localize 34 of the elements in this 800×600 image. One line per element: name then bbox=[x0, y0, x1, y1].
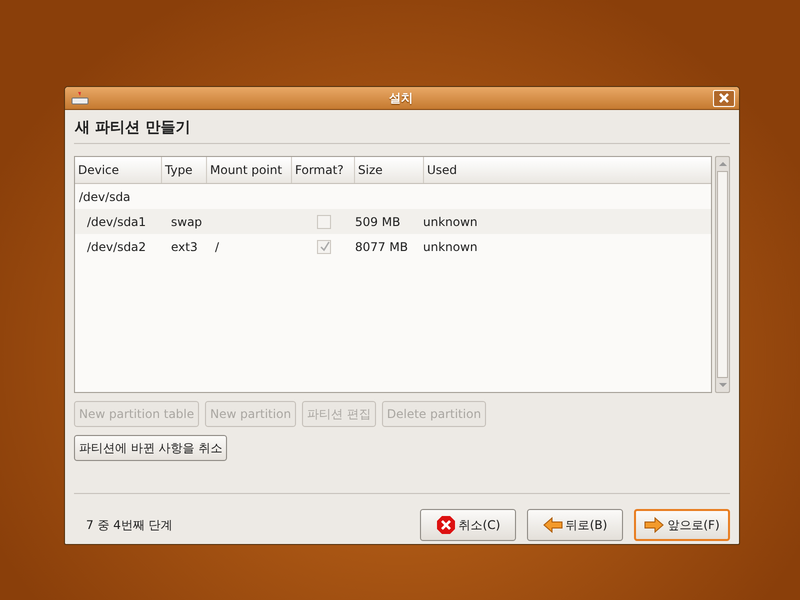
column-header[interactable]: Device bbox=[75, 157, 162, 183]
table-cell-text: unknown bbox=[422, 214, 479, 228]
column-header[interactable]: Format? bbox=[292, 157, 355, 183]
down-arrow-icon bbox=[718, 382, 726, 388]
nav-button[interactable]: 앞으로(F) bbox=[634, 509, 730, 541]
table-row[interactable]: /dev/sda1 swap 509 MB unknown bbox=[75, 209, 711, 234]
scrollbar[interactable] bbox=[715, 156, 730, 393]
close-button[interactable] bbox=[713, 90, 735, 106]
column-header[interactable]: Size bbox=[355, 157, 424, 183]
table-cell-text: 8077 MB bbox=[354, 240, 409, 254]
drive-icon bbox=[71, 91, 89, 105]
table-cell-text: /dev/sda bbox=[78, 190, 132, 204]
column-header[interactable]: Used bbox=[424, 157, 630, 183]
up-arrow-icon bbox=[718, 161, 726, 167]
table-cell-text: 509 MB bbox=[354, 214, 402, 228]
left-arrow-icon bbox=[542, 517, 563, 533]
page-heading: 새 파티션 만들기 bbox=[74, 117, 192, 138]
nav-button[interactable]: 뒤로(B) bbox=[527, 509, 623, 541]
table-cell-text: unknown bbox=[422, 240, 479, 254]
undo-changes-button[interactable]: 파티션에 바뀐 사항을 취소 bbox=[74, 435, 228, 461]
close-icon bbox=[719, 93, 729, 103]
table-cell-text: swap bbox=[170, 214, 204, 228]
column-header[interactable]: Mount point bbox=[207, 157, 292, 183]
right-arrow-icon bbox=[644, 517, 664, 533]
table-row[interactable]: /dev/sda2 ext3 / 8077 MB unknown bbox=[75, 234, 711, 259]
nav-button[interactable]: 취소(C) bbox=[420, 509, 516, 541]
table-cell-text: /dev/sda2 bbox=[86, 240, 148, 254]
step-indicator: 7 중 4번째 단계 bbox=[85, 516, 174, 534]
column-header[interactable]: Type bbox=[162, 157, 207, 183]
table-cell-text: ext3 bbox=[170, 240, 199, 254]
window-title: 설치 bbox=[388, 90, 414, 106]
cancel-icon bbox=[436, 515, 456, 535]
table-cell-text: /dev/sda1 bbox=[86, 214, 148, 228]
table-cell: / bbox=[215, 240, 220, 254]
